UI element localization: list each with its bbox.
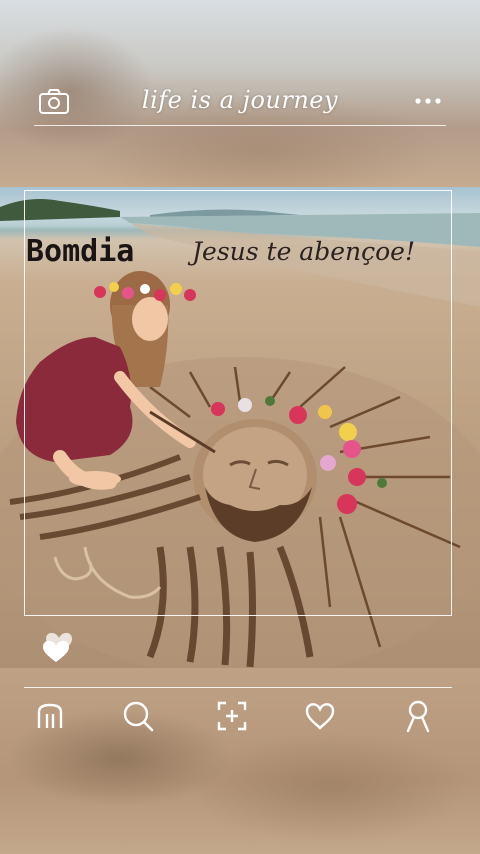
home-icon[interactable] [28, 696, 72, 736]
heart-nav-icon[interactable] [298, 696, 342, 736]
profile-icon[interactable] [396, 696, 440, 736]
app-title: life is a journey [141, 86, 339, 114]
search-icon[interactable] [116, 696, 160, 736]
camera-icon[interactable] [36, 84, 72, 118]
nav-divider [24, 687, 452, 688]
heart-icon[interactable] [40, 626, 78, 666]
more-icon[interactable] [408, 86, 448, 116]
blessing-text: Jesus te abençoe! [192, 237, 416, 266]
add-icon[interactable] [210, 696, 254, 736]
greeting-text: Bomdia [26, 234, 135, 269]
top-bar: life is a journey [0, 0, 480, 130]
header-divider [34, 125, 446, 126]
